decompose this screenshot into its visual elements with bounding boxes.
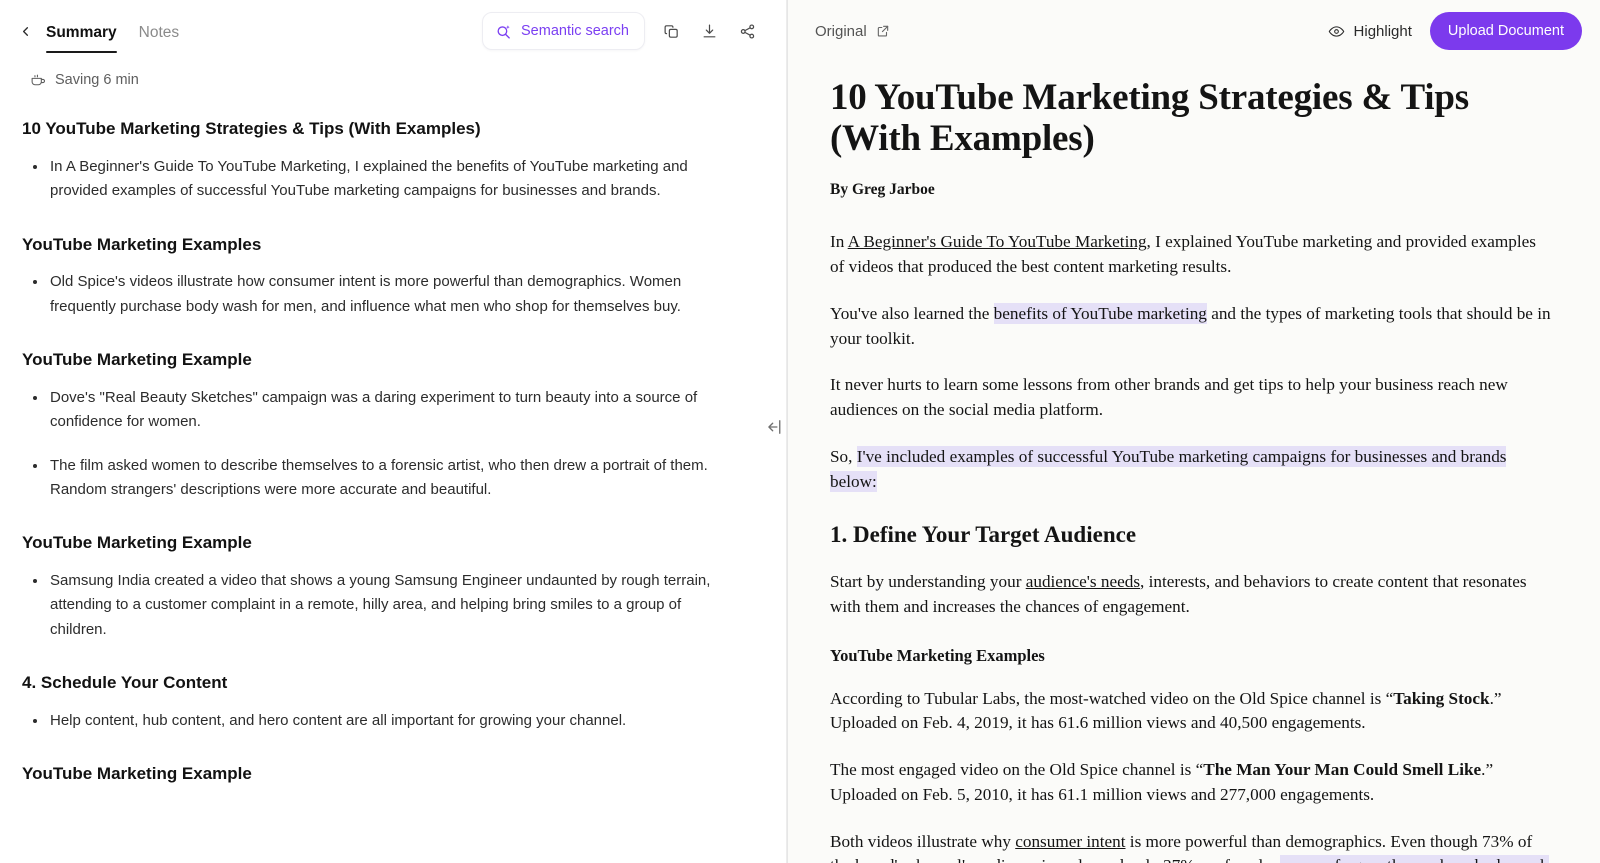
highlighted-text[interactable]: benefits of YouTube marketing (993, 302, 1207, 324)
document-content: 10 YouTube Marketing Strategies & Tips (… (788, 62, 1600, 863)
inline-link[interactable]: A Beginner's Guide To YouTube Marketing (848, 232, 1147, 251)
list-item: Help content, hub content, and hero cont… (22, 709, 724, 733)
paragraph-text: In (830, 232, 848, 252)
document-paragraph: The most engaged video on the Old Spice … (830, 758, 1554, 808)
document-title: 10 YouTube Marketing Strategies & Tips (… (830, 77, 1469, 159)
tab-notes[interactable]: Notes (139, 24, 180, 54)
inline-link[interactable]: consumer intent (1015, 832, 1125, 851)
document-byline: By Greg Jarboe (830, 181, 935, 199)
summary-heading: YouTube Marketing Example (22, 350, 252, 370)
summary-block: YouTube Marketing Example Dove's "Real B… (22, 349, 724, 502)
paragraph-text: So, (830, 446, 857, 466)
document-subheading: YouTube Marketing Examples (830, 645, 1045, 665)
list-item: The film asked women to describe themsel… (22, 454, 724, 503)
bold-text: The Man Your Man Could Smell Like (1203, 760, 1482, 780)
chevron-left-icon[interactable] (14, 20, 36, 42)
summary-block: YouTube Marketing Examples Old Spice's v… (22, 234, 724, 320)
summary-bullet-list: Samsung India created a video that shows… (22, 569, 724, 642)
list-item: Dove's "Real Beauty Sketches" campaign w… (22, 386, 724, 435)
document-paragraph: So, I've included examples of successful… (830, 445, 1554, 495)
external-link-icon[interactable] (876, 24, 890, 38)
tab-summary[interactable]: Summary (46, 24, 117, 54)
panel-divider[interactable] (768, 0, 788, 863)
document-paragraph: According to Tubular Labs, the most-watc… (830, 687, 1554, 737)
summary-block: YouTube Marketing Example (22, 763, 724, 786)
document-panel: Original Highlight Upload Document 10 Yo… (788, 0, 1600, 863)
semantic-search-button[interactable]: Semantic search (482, 12, 645, 50)
summary-block: 10 YouTube Marketing Strategies & Tips (… (22, 118, 724, 204)
list-item: Samsung India created a video that shows… (22, 569, 724, 642)
inline-link[interactable]: audience's needs (1026, 572, 1140, 591)
original-label: Original (815, 22, 867, 40)
sparkle-search-icon (495, 23, 512, 40)
document-paragraph: It never hurts to learn some lessons fro… (830, 375, 1508, 420)
summary-tabs: Summary Notes (46, 9, 179, 53)
summary-bullet-list: Old Spice's videos illustrate how consum… (22, 270, 724, 319)
paragraph-text: Both videos illustrate why (830, 831, 1016, 851)
collapse-panel-left-icon[interactable] (764, 415, 788, 439)
document-toolbar: Original Highlight Upload Document (788, 0, 1600, 62)
document-heading: 1. Define Your Target Audience (830, 521, 1137, 547)
original-document-link[interactable]: Original (815, 23, 890, 40)
app-root: Summary Notes Semantic search Saving 6 m… (0, 0, 1600, 863)
semantic-search-label: Semantic search (521, 23, 629, 39)
summary-heading: YouTube Marketing Example (22, 764, 252, 784)
copy-icon[interactable] (654, 14, 688, 48)
summary-content: 10 YouTube Marketing Strategies & Tips (… (0, 96, 786, 863)
document-paragraph: You've also learned the benefits of YouT… (830, 302, 1554, 352)
paragraph-text: You've also learned the (830, 303, 994, 323)
document-paragraph: Both videos illustrate why consumer inte… (830, 830, 1554, 863)
coffee-cup-icon (30, 72, 47, 89)
paragraph-text: According to Tubular Labs, the most-watc… (830, 688, 1394, 708)
saving-label: Saving 6 min (55, 72, 139, 88)
bold-text: Taking Stock (1393, 688, 1490, 708)
summary-toolbar: Summary Notes Semantic search (0, 0, 786, 62)
summary-heading: YouTube Marketing Examples (22, 234, 262, 254)
highlight-toggle[interactable]: Highlight (1328, 23, 1412, 40)
paragraph-text: The most engaged video on the Old Spice … (830, 760, 1204, 780)
list-item: Old Spice's videos illustrate how consum… (22, 270, 724, 319)
document-paragraph: Start by understanding your audience's n… (830, 570, 1554, 620)
summary-bullet-list: In A Beginner's Guide To YouTube Marketi… (22, 155, 724, 204)
share-icon[interactable] (730, 14, 764, 48)
list-item: In A Beginner's Guide To YouTube Marketi… (22, 155, 724, 204)
summary-bullet-list: Dove's "Real Beauty Sketches" campaign w… (22, 386, 724, 502)
summary-heading: 4. Schedule Your Content (22, 673, 228, 693)
upload-document-button[interactable]: Upload Document (1429, 12, 1582, 50)
highlight-label: Highlight (1353, 22, 1412, 40)
saving-status: Saving 6 min (0, 64, 786, 96)
highlighted-text[interactable]: I've included examples of successful You… (830, 445, 1507, 492)
summary-block: 4. Schedule Your Content Help content, h… (22, 672, 724, 733)
summary-bullet-list: Help content, hub content, and hero cont… (22, 709, 724, 733)
eye-icon (1328, 23, 1345, 40)
summary-action-icons (654, 14, 764, 48)
summary-heading: YouTube Marketing Example (22, 533, 252, 553)
summary-panel: Summary Notes Semantic search Saving 6 m… (0, 0, 786, 863)
download-icon[interactable] (692, 14, 726, 48)
summary-heading: 10 YouTube Marketing Strategies & Tips (… (22, 119, 481, 138)
document-paragraph: In A Beginner's Guide To YouTube Marketi… (830, 230, 1554, 280)
paragraph-text: Start by understanding your (830, 572, 1026, 592)
summary-block: YouTube Marketing Example Samsung India … (22, 532, 724, 642)
